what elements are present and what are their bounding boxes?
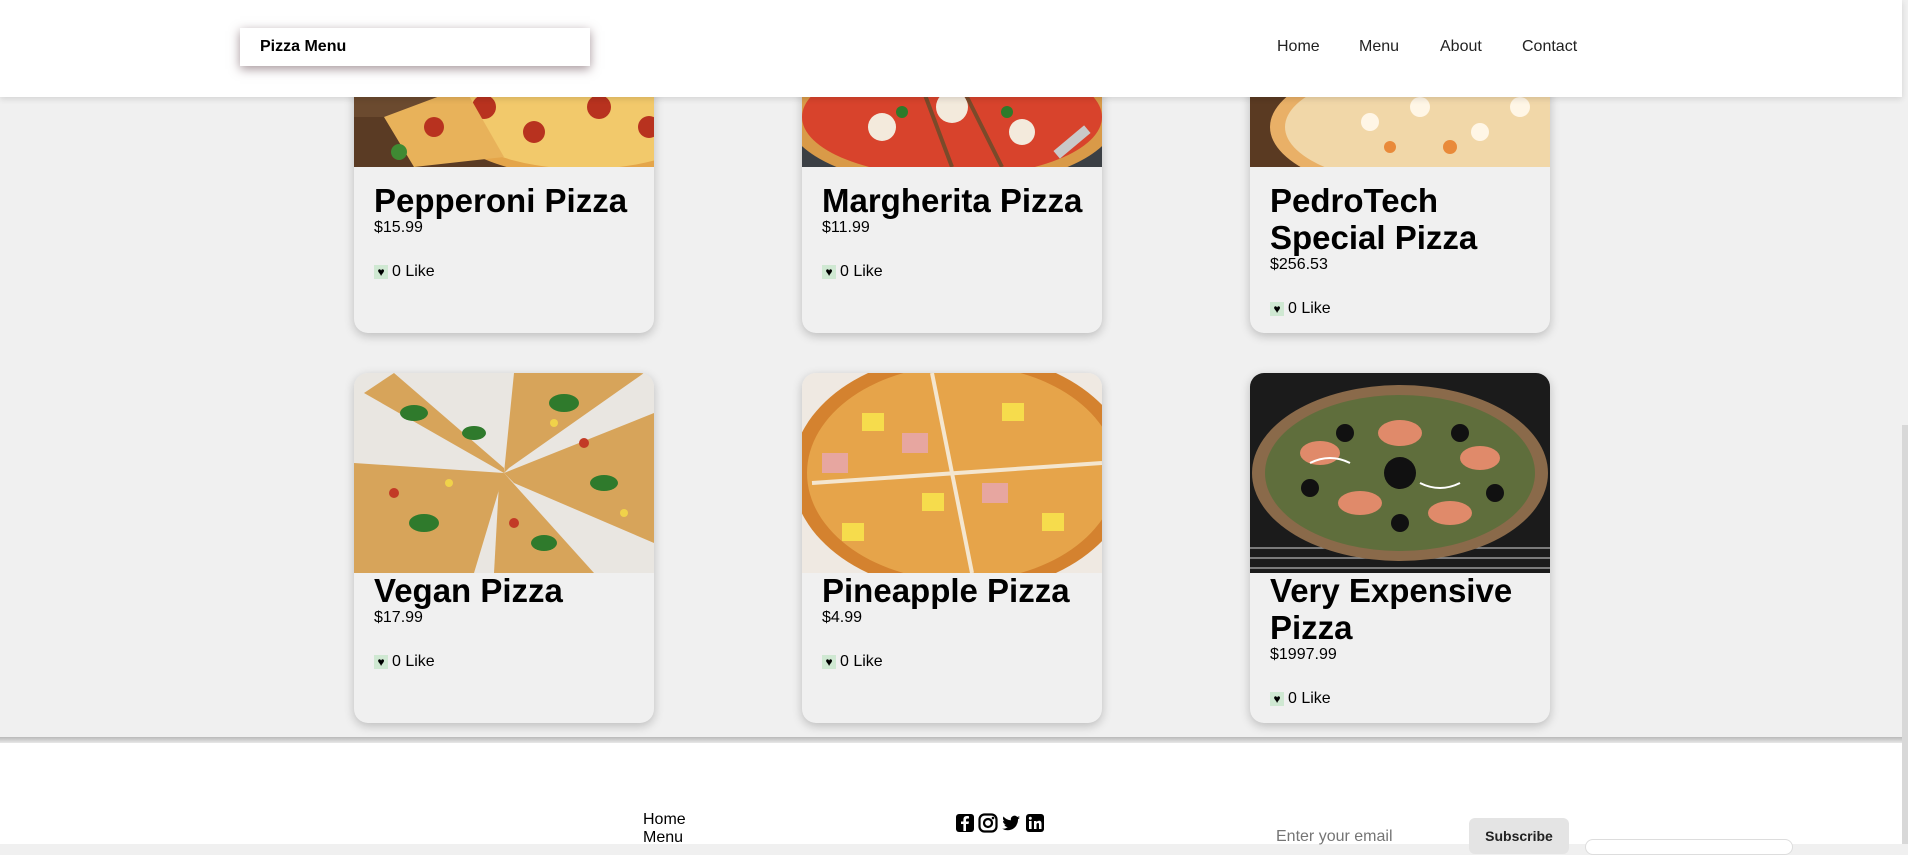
scrollbar-thumb[interactable] (1902, 425, 1908, 844)
like-button[interactable]: ♥ 0 Like (1270, 300, 1331, 318)
nav-contact[interactable]: Contact (1522, 38, 1577, 56)
like-count: 0 Like (840, 653, 883, 670)
pizza-name: Vegan Pizza (374, 572, 563, 609)
pizza-card[interactable]: Vegan Pizza $17.99 ♥ 0 Like (354, 373, 654, 723)
like-button[interactable]: ♥ 0 Like (374, 653, 435, 671)
nav-menu[interactable]: Menu (1359, 38, 1399, 56)
facebook-icon[interactable] (955, 813, 975, 833)
pizza-price: $17.99 (374, 609, 423, 626)
like-count: 0 Like (1288, 690, 1331, 707)
subscribe-button[interactable]: Subscribe (1469, 818, 1569, 854)
brand-logo[interactable]: Pizza Menu (240, 28, 590, 66)
pizza-name: Very Expensive Pizza (1270, 572, 1513, 646)
email-input[interactable] (1260, 822, 1450, 852)
pizza-price: $11.99 (822, 219, 870, 236)
pizza-image (1250, 373, 1550, 573)
pizza-price: $256.53 (1270, 256, 1328, 273)
heart-icon: ♥ (374, 265, 388, 279)
pizza-name: PedroTech Special Pizza (1270, 182, 1478, 256)
scrollbar-track[interactable] (1902, 0, 1908, 844)
nav-about[interactable]: About (1440, 38, 1482, 56)
footer-link-home[interactable]: Home (643, 811, 686, 829)
pizza-name: Pepperoni Pizza (374, 182, 628, 219)
heart-icon: ♥ (1270, 302, 1284, 316)
footer-widget (1585, 839, 1793, 855)
like-count: 0 Like (392, 263, 435, 280)
pizza-name: Pineapple Pizza (822, 572, 1070, 609)
footer (0, 743, 1902, 844)
like-button[interactable]: ♥ 0 Like (374, 263, 435, 281)
like-button[interactable]: ♥ 0 Like (822, 653, 883, 671)
pizza-price: $4.99 (822, 609, 863, 626)
pizza-name: Margherita Pizza (822, 182, 1083, 219)
nav-home[interactable]: Home (1277, 38, 1320, 56)
like-count: 0 Like (840, 263, 883, 280)
heart-icon: ♥ (822, 265, 836, 279)
heart-icon: ♥ (1270, 692, 1284, 706)
pizza-card[interactable]: Very Expensive Pizza $1997.99 ♥ 0 Like (1250, 373, 1550, 723)
like-button[interactable]: ♥ 0 Like (822, 263, 883, 281)
instagram-icon[interactable] (978, 813, 998, 833)
heart-icon: ♥ (822, 655, 836, 669)
pizza-price: $15.99 (374, 219, 423, 236)
pizza-image (802, 373, 1102, 573)
linkedin-icon[interactable] (1025, 813, 1045, 833)
navbar: Pizza Menu Home Menu About Contact (0, 0, 1902, 97)
pizza-price: $1997.99 (1270, 646, 1337, 663)
like-button[interactable]: ♥ 0 Like (1270, 690, 1331, 708)
heart-icon: ♥ (374, 655, 388, 669)
like-count: 0 Like (1288, 300, 1331, 317)
pizza-card[interactable]: Pineapple Pizza $4.99 ♥ 0 Like (802, 373, 1102, 723)
like-count: 0 Like (392, 653, 435, 670)
footer-link-menu[interactable]: Menu (643, 829, 683, 847)
pizza-image (354, 373, 654, 573)
twitter-icon[interactable] (1001, 813, 1021, 833)
